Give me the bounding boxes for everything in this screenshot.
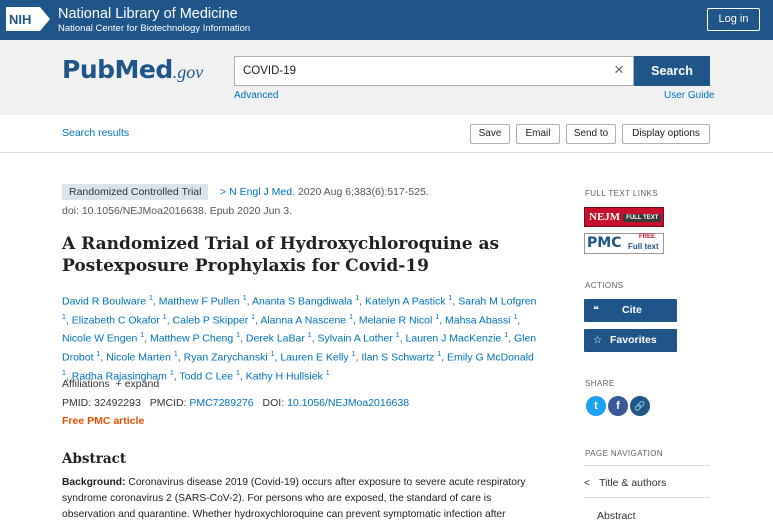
doi-link[interactable]: 10.1056/NEJMoa2016638: [287, 397, 409, 409]
author-link[interactable]: Caleb P Skipper: [173, 314, 249, 326]
star-icon: ☆: [593, 335, 602, 346]
email-button[interactable]: Email: [516, 124, 560, 144]
author-link[interactable]: Lauren J MacKenzie: [406, 333, 502, 345]
pmc-full-text-link[interactable]: PMC FREE Full text: [584, 233, 664, 254]
author-link[interactable]: Alanna A Nascene: [260, 314, 346, 326]
author-link[interactable]: Katelyn A Pastick: [365, 296, 446, 308]
publication-type-badge[interactable]: Randomized Controlled Trial: [62, 184, 209, 200]
author-link[interactable]: Kathy H Hullsiek: [246, 370, 323, 382]
affiliations-row: Affiliations + expand: [62, 378, 159, 390]
article-ids: PMID: 32492293 PMCID: PMC7289276 DOI: 10…: [62, 397, 409, 409]
author-link[interactable]: Melanie R Nicol: [359, 314, 433, 326]
search-input[interactable]: COVID-19: [234, 56, 634, 86]
author-link[interactable]: Derek LaBar: [246, 333, 305, 345]
author-link[interactable]: Ananta S Bangdiwala: [252, 296, 352, 308]
send-to-button[interactable]: Send to: [566, 124, 616, 144]
journal-citation: > N Engl J Med. 2020 Aug 6;383(6):517-52…: [220, 185, 429, 199]
logo-pub: Pub: [62, 55, 115, 84]
nav-title-authors-label: Title & authors: [599, 477, 667, 489]
pmid: PMID: 32492293: [62, 397, 141, 409]
user-guide-link[interactable]: User Guide: [664, 90, 715, 101]
copy-link-icon[interactable]: 🔗: [630, 396, 650, 416]
abstract-heading: Abstract: [62, 451, 127, 467]
nav-divider-top: [584, 465, 710, 466]
logo-med: Med: [114, 55, 174, 84]
citation-details: 2020 Aug 6;383(6):517-525.: [295, 186, 429, 198]
author-separator: ,: [517, 314, 521, 327]
doi-label: DOI:: [262, 397, 288, 409]
pmcid-link[interactable]: PMC7289276: [189, 397, 253, 409]
author-link[interactable]: Matthew P Cheng: [150, 333, 233, 345]
article-title: A Randomized Trial of Hydroxychloroquine…: [62, 234, 500, 276]
display-options-button[interactable]: Display options: [622, 124, 710, 144]
chevron-left-icon: <: [584, 477, 591, 489]
author-list: David R Boulware 1, Matthew F Pullen 1, …: [62, 291, 537, 385]
author-link[interactable]: Nicole W Engen: [62, 333, 137, 345]
pmc-full-text-label: Full text: [628, 242, 659, 251]
abstract-background-label: Background:: [62, 477, 126, 488]
nejm-label: NEJM: [589, 211, 621, 223]
results-toolbar: Search results Save Email Send to Displa…: [0, 115, 773, 153]
nlm-title[interactable]: National Library of Medicine: [58, 7, 238, 22]
nejm-full-text-link[interactable]: NEJM FULL TEXT: [584, 207, 664, 227]
abstract-text: Background: Coronavirus disease 2019 (Co…: [62, 475, 537, 523]
pubmed-logo[interactable]: PubMed.gov: [62, 55, 203, 85]
pmcid-label: PMCID:: [149, 397, 190, 409]
author-link[interactable]: Emily G McDonald: [447, 352, 534, 364]
actions-label: ACTIONS: [585, 281, 624, 290]
quote-icon: ❝: [593, 305, 599, 316]
search-header: PubMed.gov COVID-19 × Search Advanced Us…: [0, 40, 773, 115]
nejm-full-text-label: FULL TEXT: [623, 214, 662, 222]
ncbi-subtitle: National Center for Biotechnology Inform…: [58, 23, 251, 34]
cite-label: Cite: [622, 304, 642, 316]
abstract-background-text: Coronavirus disease 2019 (Covid-19) occu…: [62, 477, 526, 520]
nih-logo-text: NIH: [9, 12, 31, 27]
journal-link[interactable]: N Engl J Med.: [229, 186, 295, 198]
author-link[interactable]: Ryan Zarychanski: [184, 352, 268, 364]
free-pmc-article-badge[interactable]: Free PMC article: [62, 415, 144, 427]
share-label: SHARE: [585, 379, 615, 388]
author-link[interactable]: Matthew F Pullen: [159, 296, 240, 308]
clear-icon[interactable]: ×: [609, 59, 629, 81]
logo-gov: .gov: [172, 62, 204, 82]
pmc-free-label: FREE: [639, 234, 656, 240]
search-button[interactable]: Search: [634, 56, 710, 86]
author-link[interactable]: Sarah M Lofgren: [458, 296, 536, 308]
author-link[interactable]: Nicole Marten: [106, 352, 171, 364]
author-link[interactable]: Elizabeth C Okafor: [72, 314, 160, 326]
doi-epub-line: doi: 10.1056/NEJMoa2016638. Epub 2020 Ju…: [62, 205, 293, 217]
author-link[interactable]: David R Boulware: [62, 296, 146, 308]
nav-title-authors[interactable]: < Title & authors: [584, 477, 710, 489]
nih-logo-icon[interactable]: NIH: [6, 7, 50, 31]
chevron-right-icon: >: [220, 186, 227, 198]
author-link[interactable]: Sylvain A Lother: [318, 333, 393, 345]
favorites-button[interactable]: ☆ Favorites: [584, 329, 677, 352]
full-text-links-label: FULL TEXT LINKS: [585, 189, 658, 198]
twitter-icon[interactable]: t: [586, 396, 606, 416]
nih-header: NIH National Library of Medicine Nationa…: [0, 0, 773, 40]
login-button[interactable]: Log in: [707, 8, 760, 31]
nav-abstract[interactable]: Abstract: [584, 510, 710, 522]
expand-affiliations-button[interactable]: + expand: [116, 378, 160, 390]
page-navigation-label: PAGE NAVIGATION: [585, 449, 664, 458]
author-link[interactable]: Todd C Lee: [179, 370, 233, 382]
nav-divider-mid: [584, 497, 710, 498]
pmc-label: PMC: [587, 235, 622, 251]
author-link[interactable]: Lauren E Kelly: [280, 352, 348, 364]
search-results-link[interactable]: Search results: [62, 127, 129, 139]
author-link[interactable]: Mahsa Abassi: [445, 314, 510, 326]
cite-button[interactable]: ❝ Cite: [584, 299, 677, 322]
affiliations-label: Affiliations: [62, 378, 110, 390]
facebook-icon[interactable]: f: [608, 396, 628, 416]
author-link[interactable]: Ilan S Schwartz: [361, 352, 434, 364]
affiliation-ref[interactable]: 1: [326, 370, 330, 377]
advanced-search-link[interactable]: Advanced: [234, 90, 278, 101]
save-button[interactable]: Save: [470, 124, 510, 144]
favorites-label: Favorites: [610, 334, 657, 346]
